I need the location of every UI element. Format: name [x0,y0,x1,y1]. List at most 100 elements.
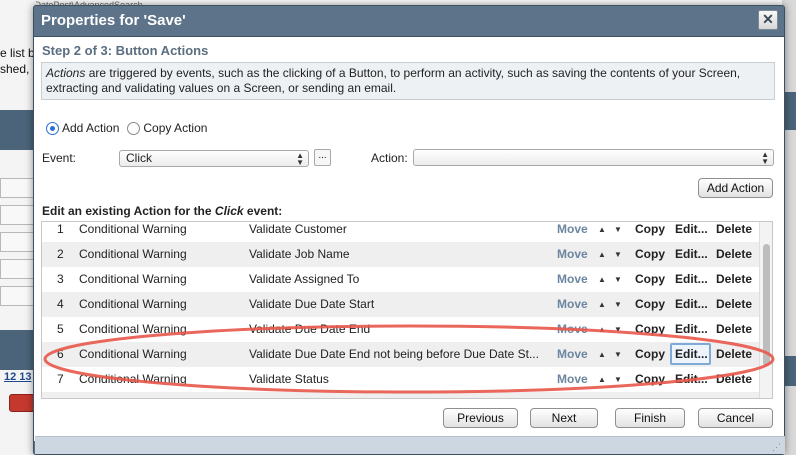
copy-link[interactable]: Copy [635,347,665,361]
background-field [0,259,34,279]
mode-radio-group: Add Action Copy Action [46,121,207,136]
description-text: are triggered by events, such as the cli… [46,66,741,95]
background-field [0,286,34,306]
row-description: Validate Due Date Start [249,297,375,311]
add-action-button[interactable]: Add Action [698,178,773,198]
select-arrows-icon: ▲ ▼ [296,151,304,167]
copy-link[interactable]: Copy [635,322,665,336]
move-link[interactable]: Move [557,347,588,361]
background-text: e list b [0,46,35,60]
radio-selected-icon[interactable] [46,122,59,136]
copy-link[interactable]: Copy [635,272,665,286]
background-header-band [0,110,36,150]
move-down-icon[interactable]: ▼ [614,350,622,359]
radio-unselected-icon[interactable] [127,122,141,136]
move-up-icon[interactable]: ▲ [598,275,606,284]
row-description: Validate Due Date End [249,322,371,336]
move-down-icon[interactable]: ▼ [614,250,622,259]
table-row: 4 Conditional Warning Validate Due Date … [42,292,760,317]
row-number: 6 [57,347,64,361]
edit-link[interactable]: Edit... [675,322,712,336]
move-down-icon[interactable]: ▼ [614,300,622,309]
action-select[interactable]: ▲ ▼ [413,149,774,166]
dialog-footer: ⋰ [35,436,785,454]
background-field [0,178,34,198]
copy-link[interactable]: Copy [635,222,665,236]
delete-link[interactable]: Delete [716,222,752,236]
delete-link[interactable]: Delete [716,322,752,336]
row-type: Conditional Warning [79,272,187,286]
row-type: Save All Sections [79,397,244,398]
background-pager-link[interactable]: 12 13 [4,371,32,383]
row-number: 7 [57,372,64,386]
edit-link[interactable]: Edit... [675,347,712,361]
move-down-icon[interactable]: ▼ [614,325,622,334]
row-type: Conditional Warning [79,222,187,236]
event-select[interactable]: Click ▲ ▼ [119,150,309,167]
move-link[interactable]: Move [557,397,588,398]
select-arrows-icon: ▲ ▼ [761,150,769,166]
row-number: 5 [57,322,64,336]
move-down-icon[interactable]: ▼ [614,275,622,284]
move-down-icon[interactable]: ▼ [614,225,622,234]
delete-link[interactable]: Delete [716,272,752,286]
delete-link[interactable]: Delete [716,347,752,361]
move-down-icon[interactable]: ▼ [614,375,622,384]
move-link[interactable]: Move [557,222,588,236]
move-up-icon[interactable]: ▲ [598,300,606,309]
move-link[interactable]: Move [557,372,588,386]
delete-link[interactable]: Delete [716,297,752,311]
delete-link[interactable]: Delete [716,397,752,398]
move-link[interactable]: Move [557,272,588,286]
cancel-button[interactable]: Cancel [698,408,773,428]
properties-dialog: Properties for 'Save' ✕ Step 2 of 3: But… [33,5,785,455]
move-link[interactable]: Move [557,322,588,336]
step-title: Step 2 of 3: Button Actions [42,43,209,58]
move-link[interactable]: Move [557,297,588,311]
dialog-content: Step 2 of 3: Button Actions Actions are … [34,36,784,441]
table-row: 7 Conditional Warning Validate Status Mo… [42,367,760,392]
move-up-icon[interactable]: ▲ [598,375,606,384]
table-row: 3 Conditional Warning Validate Assigned … [42,267,760,292]
edit-link[interactable]: Edit... [675,247,712,261]
row-description: Validate Status [249,372,329,386]
table-scrollbar[interactable] [759,222,772,398]
edit-link[interactable]: Edit... [675,372,712,386]
add-action-radio-label: Add Action [62,121,120,135]
close-icon[interactable]: ✕ [758,10,778,30]
copy-link[interactable]: Copy [635,372,665,386]
move-link[interactable]: Move [557,247,588,261]
move-up-icon[interactable]: ▲ [598,250,606,259]
resize-grip-icon[interactable]: ⋰ [772,442,782,452]
scrollbar-thumb[interactable] [763,244,770,366]
move-up-icon[interactable]: ▲ [598,350,606,359]
edit-section-label-suffix: event: [243,204,283,218]
add-action-radio[interactable]: Add Action [46,121,120,136]
previous-button[interactable]: Previous [443,408,518,428]
row-number: 1 [57,222,64,236]
move-up-icon[interactable]: ▲ [598,325,606,334]
event-options-button[interactable]: ... [314,149,331,166]
row-number: 8 [57,397,77,398]
move-up-icon[interactable]: ▲ [598,225,606,234]
row-type: Conditional Warning [79,297,187,311]
row-description: Validate Assigned To [249,272,360,286]
finish-button[interactable]: Finish [615,408,685,428]
copy-link[interactable]: Copy [635,297,665,311]
edit-section-label-event: Click [214,204,244,218]
copy-action-radio[interactable]: Copy Action [127,121,207,136]
edit-link[interactable]: Edit... [675,297,712,311]
next-button[interactable]: Next [530,408,598,428]
delete-link[interactable]: Delete [716,372,752,386]
edit-link[interactable]: Edit... [675,222,712,236]
copy-link[interactable]: Copy [635,247,665,261]
event-select-value: Click [126,151,152,165]
edit-link[interactable]: Edit... [675,272,712,286]
edit-link[interactable]: Edit... [675,397,712,398]
dialog-titlebar[interactable]: Properties for 'Save' ✕ [34,6,784,36]
delete-link[interactable]: Delete [716,247,752,261]
action-label: Action: [371,151,408,165]
dialog-title: Properties for 'Save' [41,12,186,29]
row-number: 3 [57,272,64,286]
copy-link[interactable]: Copy [635,397,665,398]
